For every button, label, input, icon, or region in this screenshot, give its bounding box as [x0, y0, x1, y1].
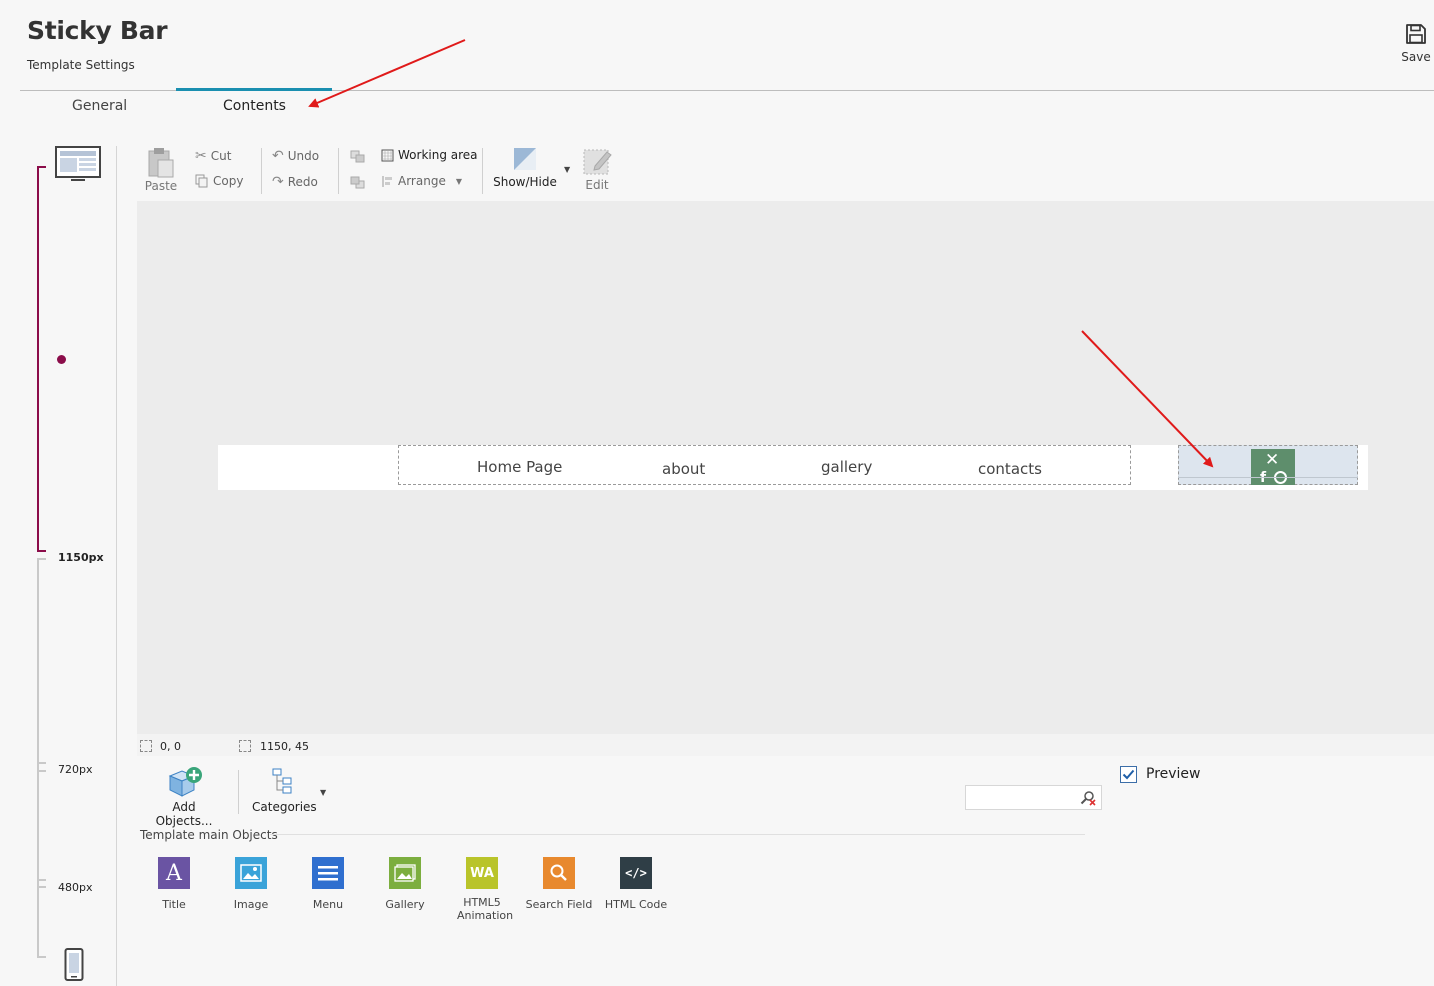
object-label: HTML Code — [604, 898, 668, 911]
object-label: Search Field — [525, 898, 593, 911]
object-image[interactable]: Image — [215, 857, 287, 922]
object-html5-animation[interactable]: WA HTML5 Animation — [446, 857, 518, 922]
object-label: Menu — [312, 898, 344, 911]
search-box[interactable] — [965, 785, 1102, 810]
preview-label: Preview — [1146, 766, 1201, 782]
object-menu[interactable]: Menu — [292, 857, 364, 922]
categories-icon — [272, 768, 292, 794]
search-input[interactable] — [970, 789, 1075, 806]
template-objects-list: A Title Image Menu Gallery WA HTML5 Anim… — [138, 857, 672, 922]
categories-button[interactable]: Categories — [252, 768, 317, 814]
preview-checkbox[interactable] — [1120, 766, 1137, 783]
object-label: Title — [162, 898, 186, 911]
gallery-icon — [389, 857, 421, 889]
title-icon: A — [158, 857, 190, 889]
position-value: 0, 0 — [160, 740, 181, 753]
position-icon — [140, 740, 152, 752]
object-search-field[interactable]: Search Field — [523, 857, 595, 922]
search-field-icon — [543, 857, 575, 889]
size-value: 1150, 45 — [260, 740, 309, 753]
add-objects-button[interactable]: Add Objects... — [144, 766, 224, 828]
object-label: Gallery — [385, 898, 425, 911]
object-label: HTML5 Animation — [457, 896, 514, 922]
section-divider — [270, 834, 1085, 835]
object-gallery[interactable]: Gallery — [369, 857, 441, 922]
add-objects-label: Add Objects... — [155, 800, 213, 828]
add-objects-icon — [168, 767, 202, 797]
menu-icon — [312, 857, 344, 889]
section-title: Template main Objects — [140, 828, 278, 842]
object-label: Image — [233, 898, 269, 911]
status-bar — [137, 734, 1434, 756]
image-icon — [235, 857, 267, 889]
size-icon — [239, 740, 251, 752]
categories-chevron-icon[interactable]: ▼ — [320, 788, 326, 797]
checkmark-icon — [1122, 769, 1135, 780]
html-code-icon: </> — [620, 857, 652, 889]
html5-animation-icon: WA — [466, 857, 498, 889]
search-clear-icon[interactable] — [1080, 790, 1096, 806]
object-html-code[interactable]: </> HTML Code — [600, 857, 672, 922]
object-title[interactable]: A Title — [138, 857, 210, 922]
toolbar-separator — [238, 770, 239, 814]
categories-label: Categories — [252, 800, 317, 814]
